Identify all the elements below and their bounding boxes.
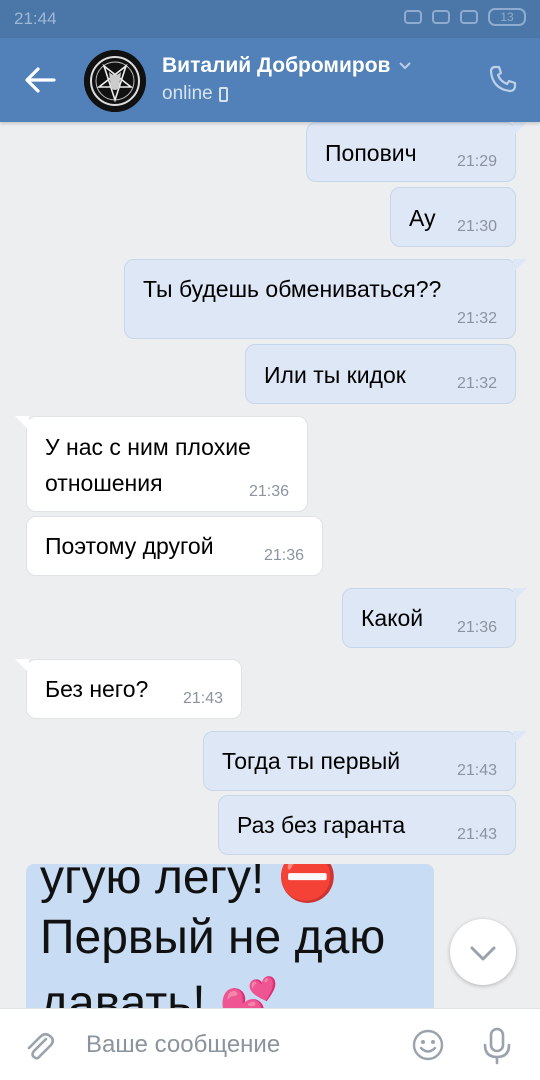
status-text: online: [162, 83, 213, 104]
contact-avatar[interactable]: [84, 50, 146, 112]
message-text: Поэтому другой: [45, 533, 214, 559]
microphone-icon[interactable]: [482, 1027, 512, 1065]
bubble-tail: [513, 731, 527, 745]
mobile-icon: [218, 86, 228, 102]
image-text-line: Первый не даю: [40, 911, 386, 964]
message-text: Или ты кидок: [264, 362, 406, 388]
message-bubble-incoming[interactable]: Без него? 21:43: [15, 659, 242, 719]
message-text: Ау: [409, 205, 436, 231]
message-time: 21:29: [456, 153, 497, 170]
bubble-tail: [513, 259, 527, 273]
message-text: Попович: [325, 140, 417, 166]
message-bubble-outgoing[interactable]: Попович 21:29: [306, 122, 527, 182]
message-bubble-incoming[interactable]: Поэтому другой 21:36: [26, 516, 323, 576]
message-time: 21:43: [182, 690, 223, 707]
emoji-icon[interactable]: [412, 1029, 444, 1061]
back-arrow-icon[interactable]: [22, 62, 58, 98]
message-bubble-outgoing[interactable]: Раз без гаранта 21:43: [218, 795, 516, 855]
message-time: 21:43: [456, 826, 497, 843]
paperclip-icon[interactable]: [24, 1029, 56, 1063]
pentagram-avatar-icon: [84, 50, 146, 112]
message-time: 21:43: [456, 762, 497, 779]
phone-call-icon[interactable]: [488, 64, 518, 94]
battery-icon: 13: [488, 8, 526, 26]
message-bubble-outgoing[interactable]: Тогда ты первый 21:43: [203, 731, 527, 791]
alarm-icon: [404, 10, 422, 24]
status-icons: 13: [404, 8, 526, 26]
contact-name-dropdown[interactable]: Виталий Добромиров: [162, 54, 412, 78]
contact-name: Виталий Добромиров: [162, 54, 391, 77]
message-time: 21:30: [456, 218, 497, 235]
status-bar: 21:44 13: [0, 0, 540, 38]
bubble-tail: [513, 122, 527, 136]
signal-icon: [432, 10, 450, 24]
image-text-line: давать! 💕: [40, 977, 279, 1008]
message-bubble-outgoing[interactable]: Ау 21:30: [390, 187, 516, 247]
image-text-line: угую легу! ⛔: [40, 864, 338, 904]
chevron-down-icon: [399, 62, 412, 70]
bubble-tail: [15, 416, 29, 430]
message-text: Ты будешь обмениваться??: [143, 276, 442, 302]
bubble-tail: [15, 659, 29, 673]
status-time: 21:44: [14, 9, 57, 28]
message-time: 21:36: [263, 547, 304, 564]
message-bubble-outgoing[interactable]: Ты будешь обмениваться?? 21:32: [124, 259, 527, 339]
message-time: 21:32: [456, 375, 497, 392]
chat-header: Виталий Добромиров online: [0, 38, 540, 122]
wifi-icon: [460, 10, 478, 24]
message-input[interactable]: [86, 1027, 386, 1063]
message-time: 21:36: [248, 483, 289, 500]
message-time: 21:36: [456, 619, 497, 636]
composer-bar: [0, 1008, 540, 1080]
message-text: Раз без гаранта: [237, 812, 406, 838]
image-attachment[interactable]: угую легу! ⛔ Первый не даю давать! 💕: [26, 864, 434, 1008]
message-time: 21:32: [456, 310, 497, 327]
bubble-tail: [513, 588, 527, 602]
contact-status: online: [162, 83, 228, 105]
message-text: Тогда ты первый: [222, 748, 401, 774]
message-list[interactable]: Попович 21:29 Ау 21:30 Ты будешь обменив…: [0, 122, 540, 1008]
scroll-down-button[interactable]: [450, 919, 516, 985]
message-text: Без него?: [45, 676, 149, 702]
message-bubble-outgoing[interactable]: Или ты кидок 21:32: [245, 344, 516, 404]
message-bubble-outgoing[interactable]: Какой 21:36: [342, 588, 527, 648]
message-text: Какой: [361, 605, 424, 631]
message-bubble-incoming[interactable]: У нас с ним плохие отношения 21:36: [15, 416, 308, 512]
chevron-down-icon: [470, 946, 496, 961]
